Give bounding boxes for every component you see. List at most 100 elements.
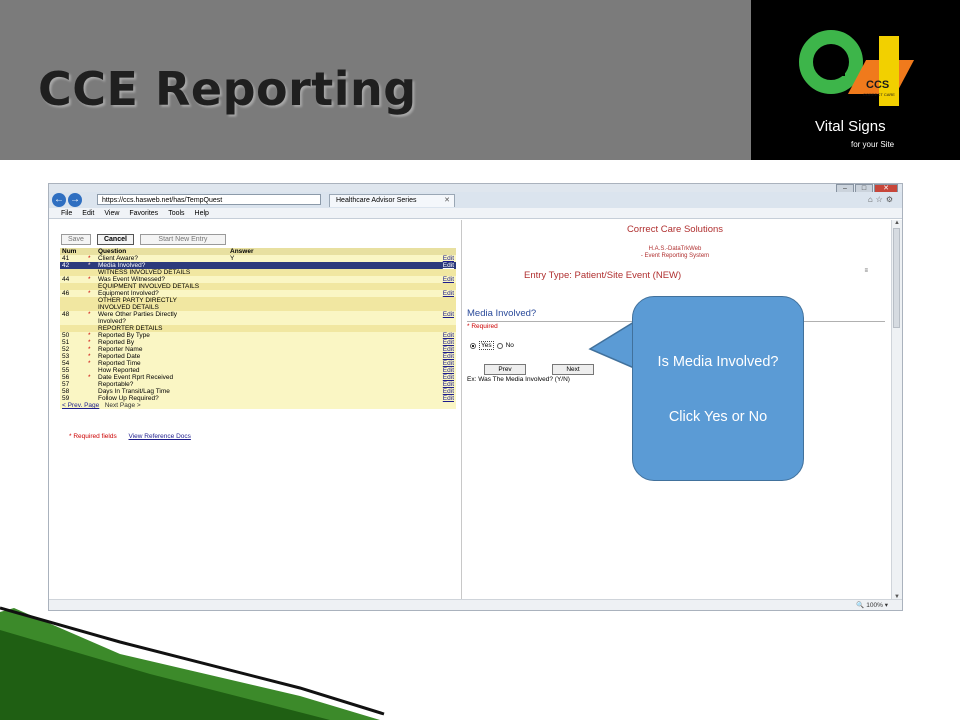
table-row[interactable]: 41 * Client Aware? Y Edit xyxy=(60,255,456,262)
no-radio[interactable] xyxy=(496,342,503,349)
required-marker: * xyxy=(86,262,96,269)
row-answer xyxy=(228,346,272,353)
required-marker xyxy=(86,367,96,374)
edit-link[interactable]: Edit xyxy=(272,374,456,381)
table-row: Involved? xyxy=(60,318,456,325)
column-required xyxy=(86,248,96,255)
question-nav-buttons: Prev Next xyxy=(484,364,594,375)
cancel-button[interactable]: Cancel xyxy=(96,234,134,245)
row-question: Reported Date xyxy=(98,353,141,360)
required-marker: * xyxy=(88,346,91,353)
table-row[interactable]: 56 * Date Event Rprt Received Edit xyxy=(60,374,456,381)
required-label: * Required xyxy=(467,323,498,330)
vertical-scrollbar[interactable]: ▲ ▼ xyxy=(891,220,902,600)
pane-marker: ≡ xyxy=(864,268,868,274)
menu-tools[interactable]: Tools xyxy=(168,208,184,218)
table-row[interactable]: 57 Reportable? Edit xyxy=(60,381,456,388)
table-row[interactable]: 52 * Reporter Name Edit xyxy=(60,346,456,353)
edit-link[interactable]: Edit xyxy=(272,346,456,353)
row-question: Reporter Name xyxy=(98,346,143,353)
yes-label[interactable]: Yes xyxy=(479,341,494,350)
table-row[interactable]: 48 * Were Other Parties Directly Edit xyxy=(60,311,456,318)
menu-favorites[interactable]: Favorites xyxy=(129,208,158,218)
scroll-up-icon[interactable]: ▲ xyxy=(892,220,902,226)
yes-no-options: Yes No xyxy=(470,341,514,350)
home-star-gear-icons[interactable]: ⌂☆⚙ xyxy=(868,195,896,204)
edit-link[interactable]: Edit xyxy=(272,255,456,262)
edit-link[interactable]: Edit xyxy=(272,395,456,402)
menu-view[interactable]: View xyxy=(104,208,119,218)
slide-title: CCE Reporting xyxy=(38,62,417,116)
table-row-selected[interactable]: 42 * Media Involved? Edit xyxy=(60,262,456,269)
edit-link xyxy=(272,318,456,325)
column-answer: Answer xyxy=(228,248,272,255)
required-marker: * xyxy=(88,332,91,339)
next-button[interactable]: Next xyxy=(552,364,594,375)
row-answer xyxy=(228,339,272,346)
row-num: 52 xyxy=(62,346,70,353)
entry-buttons: Save Cancel Start New Entry xyxy=(61,234,226,245)
menu-bar: File Edit View Favorites Tools Help xyxy=(49,208,902,219)
table-row[interactable]: 59 Follow Up Required? Edit xyxy=(60,395,456,402)
title-bar: – □ ✕ xyxy=(49,184,902,195)
save-button[interactable]: Save xyxy=(61,234,91,245)
edit-link[interactable]: Edit xyxy=(272,388,456,395)
edit-link[interactable]: Edit xyxy=(272,360,456,367)
row-num: 57 xyxy=(62,381,70,388)
address-bar[interactable]: https://ccs.hasweb.net/has/TempQuest xyxy=(97,194,321,205)
question-list-pane: Save Cancel Start New Entry Num Question… xyxy=(57,228,457,604)
start-new-entry-button[interactable]: Start New Entry xyxy=(139,234,226,245)
column-num: Num xyxy=(60,248,86,255)
edit-link[interactable]: Edit xyxy=(272,276,456,283)
row-num: 46 xyxy=(62,290,70,297)
green-sweep-decoration xyxy=(0,606,385,720)
callout-question: Is Media Involved? xyxy=(657,354,779,370)
section-header: INVOLVED DETAILS xyxy=(60,304,456,311)
required-marker: * xyxy=(88,374,91,381)
edit-link[interactable]: Edit xyxy=(272,332,456,339)
example-text: Ex: Was The Media Involved? (Y/N) xyxy=(467,376,570,383)
table-row[interactable]: 50 * Reported By Type Edit xyxy=(60,332,456,339)
table-row[interactable]: 51 * Reported By Edit xyxy=(60,339,456,346)
table-row[interactable]: 53 * Reported Date Edit xyxy=(60,353,456,360)
prev-button[interactable]: Prev xyxy=(484,364,526,375)
table-row[interactable]: 58 Days In Transit/Lag Time Edit xyxy=(60,388,456,395)
row-answer xyxy=(228,381,272,388)
row-answer xyxy=(228,360,272,367)
table-row[interactable]: 46 * Equipment Involved? Edit xyxy=(60,290,456,297)
section-title: INVOLVED DETAILS xyxy=(96,304,456,311)
company-logo: CCS CORRECT CARE Vital Signs for your Si… xyxy=(751,0,960,160)
table-row[interactable]: 44 * Was Event Witnessed? Edit xyxy=(60,276,456,283)
row-question: Reported By Type xyxy=(98,332,150,339)
row-answer xyxy=(228,388,272,395)
row-question: Days In Transit/Lag Time xyxy=(98,388,170,395)
logo-tagline: Vital Signs xyxy=(815,118,886,135)
edit-link[interactable]: Edit xyxy=(272,339,456,346)
table-footnote: * Required fields View Reference Docs xyxy=(69,433,191,440)
browser-tab[interactable]: Healthcare Advisor Series ✕ xyxy=(329,194,455,207)
menu-file[interactable]: File xyxy=(61,208,72,218)
edit-link[interactable]: Edit xyxy=(272,367,456,374)
table-row[interactable]: 55 How Reported Edit xyxy=(60,367,456,374)
menu-edit[interactable]: Edit xyxy=(82,208,94,218)
yes-radio[interactable] xyxy=(470,342,476,349)
edit-link[interactable]: Edit xyxy=(272,381,456,388)
next-page-link[interactable]: Next Page > xyxy=(105,402,141,409)
no-label[interactable]: No xyxy=(506,342,514,349)
edit-link[interactable]: Edit xyxy=(272,290,456,297)
section-title: OTHER PARTY DIRECTLY xyxy=(96,297,456,304)
scroll-thumb[interactable] xyxy=(893,228,900,328)
forward-button[interactable]: → xyxy=(68,193,82,207)
table-row[interactable]: 54 * Reported Time Edit xyxy=(60,360,456,367)
edit-link[interactable]: Edit xyxy=(272,353,456,360)
edit-link[interactable]: Edit xyxy=(272,311,456,318)
row-num: 50 xyxy=(62,332,70,339)
tab-close-icon[interactable]: ✕ xyxy=(444,195,450,207)
back-button[interactable]: ← xyxy=(52,193,66,207)
view-reference-docs-link[interactable]: View Reference Docs xyxy=(129,433,191,440)
menu-help[interactable]: Help xyxy=(195,208,209,218)
prev-page-link[interactable]: < Prev. Page xyxy=(62,402,99,409)
row-question: Equipment Involved? xyxy=(98,290,159,297)
edit-link[interactable]: Edit xyxy=(272,262,456,269)
row-num: 51 xyxy=(62,339,70,346)
